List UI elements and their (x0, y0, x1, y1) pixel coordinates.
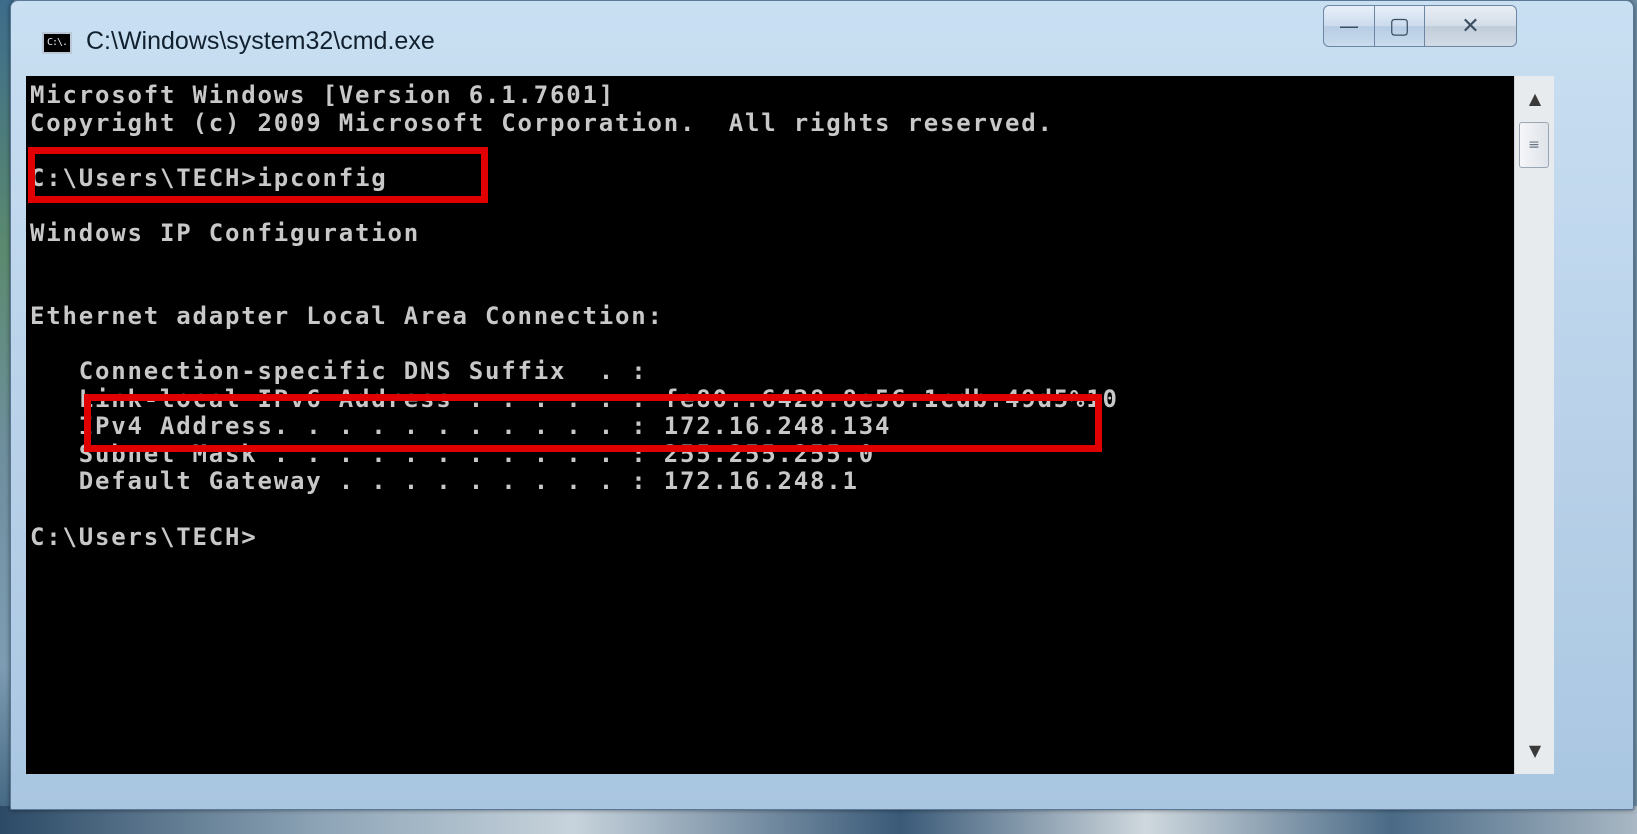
title-bar[interactable]: C:\. C:\Windows\system32\cmd.exe — ▢ ✕ (11, 1, 1633, 79)
highlight-box-command (28, 147, 488, 203)
scroll-thumb[interactable]: ≡ (1519, 122, 1549, 168)
vertical-scrollbar[interactable]: ▲ ≡ ▼ (1514, 76, 1554, 774)
console-prompt: C:\Users\TECH> (30, 522, 258, 551)
highlight-box-ipv4 (84, 394, 1102, 452)
maximize-button[interactable]: ▢ (1375, 5, 1425, 47)
window-title: C:\Windows\system32\cmd.exe (86, 27, 435, 55)
close-icon: ✕ (1461, 13, 1480, 39)
close-button[interactable]: ✕ (1425, 5, 1517, 47)
taskbar (0, 806, 1637, 834)
scroll-up-icon[interactable]: ▲ (1519, 84, 1551, 114)
maximize-icon: ▢ (1389, 13, 1410, 39)
minimize-icon: — (1339, 14, 1359, 38)
console-line: Windows IP Configuration (30, 218, 420, 247)
console-line: Ethernet adapter Local Area Connection: (30, 301, 664, 330)
console-line: Default Gateway . . . . . . . . . : 172.… (30, 467, 859, 496)
console-output[interactable]: Microsoft Windows [Version 6.1.7601] Cop… (26, 76, 1514, 774)
minimize-button[interactable]: — (1323, 5, 1375, 47)
console-line: Microsoft Windows [Version 6.1.7601] (30, 81, 615, 109)
cmd-icon[interactable]: C:\. (42, 32, 72, 54)
console-line: Connection-specific DNS Suffix . : (30, 356, 648, 385)
console-line: Copyright (c) 2009 Microsoft Corporation… (30, 108, 1054, 137)
scroll-down-icon[interactable]: ▼ (1519, 736, 1551, 766)
caption-buttons: — ▢ ✕ (1323, 5, 1517, 47)
